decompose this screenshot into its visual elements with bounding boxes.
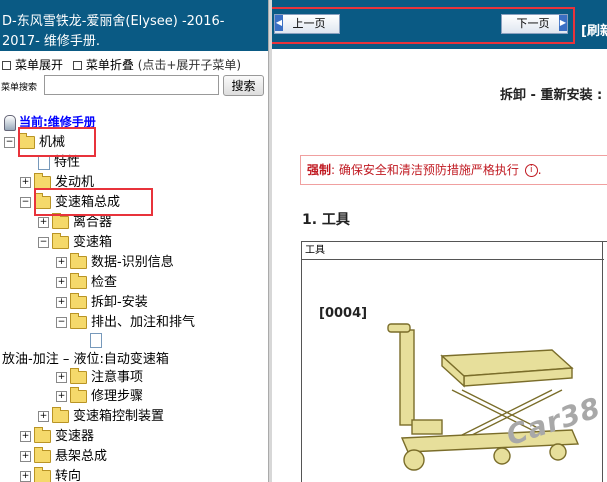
search-button[interactable]: 搜索 [223,75,264,96]
tree-item-transmission[interactable]: + 变速器 [20,427,94,447]
tree-item-gearbox[interactable]: − 变速箱 [38,233,112,253]
document-icon [38,155,50,170]
manual-title-line-2: 2017- 维修手册. [2,34,101,49]
tool-reference-code: [0004] [319,306,368,321]
search-label: 菜单搜索 [1,83,38,93]
folder-icon [34,427,51,443]
expand-plus-icon[interactable]: + [38,217,49,228]
expand-plus-icon[interactable]: + [56,297,67,308]
folder-icon [52,233,69,249]
expand-square-icon [2,61,11,70]
collapse-minus-icon[interactable]: − [20,197,31,208]
current-location-icon [4,114,16,131]
highlight-box-mechanical [18,127,96,157]
tree-item-drain-fill-level-auto[interactable]: 放油-加注 – 液位:自动变速箱 [2,350,169,370]
tree-item-label: 转向 [55,469,82,482]
tree-item-inspection[interactable]: + 检查 [56,273,117,293]
tree-item-label: 注意事项 [91,370,144,385]
tree-item-repair-steps[interactable]: + 修理步骤 [56,387,143,407]
tree-item-drain-fill-bleed[interactable]: − 排出、加注和排气 [56,313,195,333]
document-icon [90,333,102,348]
folder-icon [34,447,51,463]
menu-controls: 菜单展开 菜单折叠 (点击+展开子菜单) [2,56,241,73]
tree-item-label: 数据-识别信息 [91,255,174,270]
menu-expand-link[interactable]: 菜单展开 [15,58,63,72]
expand-plus-icon[interactable]: + [38,411,49,422]
folder-icon [52,407,69,423]
collapse-square-icon [72,61,82,70]
highlight-box-transmission-assembly [34,188,153,216]
tree-item-label: 拆卸-安装 [91,295,148,310]
info-icon[interactable]: i [524,164,538,177]
tree-item-removal-installation[interactable]: + 拆卸-安装 [56,293,148,313]
tree-item-label: 检查 [91,275,118,290]
tree-item-label: 特性 [54,155,81,170]
safety-warning: 强制: 确保安全和清洁预防措施严格执行 i. [300,155,607,185]
left-pane: D-东风雪铁龙-爱丽舍(Elysee) -2016- 2017- 维修手册. 菜… [0,0,268,482]
expand-plus-icon[interactable]: + [56,372,67,383]
folder-icon [34,467,51,482]
folder-icon [70,253,87,269]
expand-plus-icon[interactable]: + [20,177,31,188]
tools-table: 工具 [0004] [301,241,607,482]
tree-item-label: 排出、加注和排气 [91,315,196,330]
folder-icon [70,313,87,329]
lift-table-illustration [387,323,580,471]
manual-title-line-1: D-东风雪铁龙-爱丽舍(Elysee) -2016- [2,14,225,29]
expand-plus-icon[interactable]: + [20,451,31,462]
tree-item-clutch[interactable]: + 离合器 [38,213,112,233]
expand-plus-icon[interactable]: + [56,391,67,402]
highlight-box-navigation [272,7,575,44]
table-column-divider [602,242,603,482]
folder-icon [70,387,87,403]
tree-item-precautions[interactable]: + 注意事项 [56,368,143,388]
tree-item-label: 变速器 [55,429,95,444]
tree-item-label: 修理步骤 [91,389,144,404]
collapse-minus-icon[interactable]: − [38,237,49,248]
section-title: 1. 工具 [302,212,350,228]
folder-icon [70,368,87,384]
menu-collapse-link[interactable]: 菜单折叠 [86,58,134,72]
collapse-minus-icon[interactable]: − [4,137,15,148]
tree-item-steering[interactable]: + 转向 [20,467,81,482]
menu-hint-text: (点击+展开子菜单) [137,58,242,72]
tree-item-label: 离合器 [73,215,113,230]
manual-title-header: D-东风雪铁龙-爱丽舍(Elysee) -2016- 2017- 维修手册. [0,0,268,51]
tree-item-doc-leaf[interactable] [90,331,106,351]
tree-item-label: 变速箱 [73,235,113,250]
search-row: 菜单搜索 搜索 [0,75,268,97]
tree-item-data-identification[interactable]: + 数据-识别信息 [56,253,174,273]
warning-severity: 强制 [307,163,332,177]
expand-plus-icon[interactable]: + [20,471,31,482]
folder-icon [70,293,87,309]
expand-plus-icon[interactable]: + [56,277,67,288]
refresh-link[interactable]: [刷新 [581,20,607,39]
expand-plus-icon[interactable]: + [56,257,67,268]
page-heading: 拆卸 - 重新安装 : [500,88,603,103]
search-input[interactable] [44,75,219,95]
right-pane: ◀ 上一页 下一页 ▶ [刷新 拆卸 - 重新安装 : 强制: 确保安全和清洁预… [272,0,607,482]
folder-icon [52,213,69,229]
tree-item-gearbox-controls[interactable]: + 变速箱控制装置 [38,407,164,427]
expand-plus-icon[interactable]: + [20,431,31,442]
warning-text: : 确保安全和清洁预防措施严格执行 [331,163,519,177]
tree-item-label: 放油-加注 – 液位:自动变速箱 [2,352,169,367]
folder-icon [70,273,87,289]
collapse-minus-icon[interactable]: − [56,317,67,328]
tree-item-label: 变速箱控制装置 [73,409,165,424]
tree-item-label: 悬架总成 [55,449,108,464]
tools-table-header: 工具 [302,242,604,260]
tree-item-suspension[interactable]: + 悬架总成 [20,447,107,467]
